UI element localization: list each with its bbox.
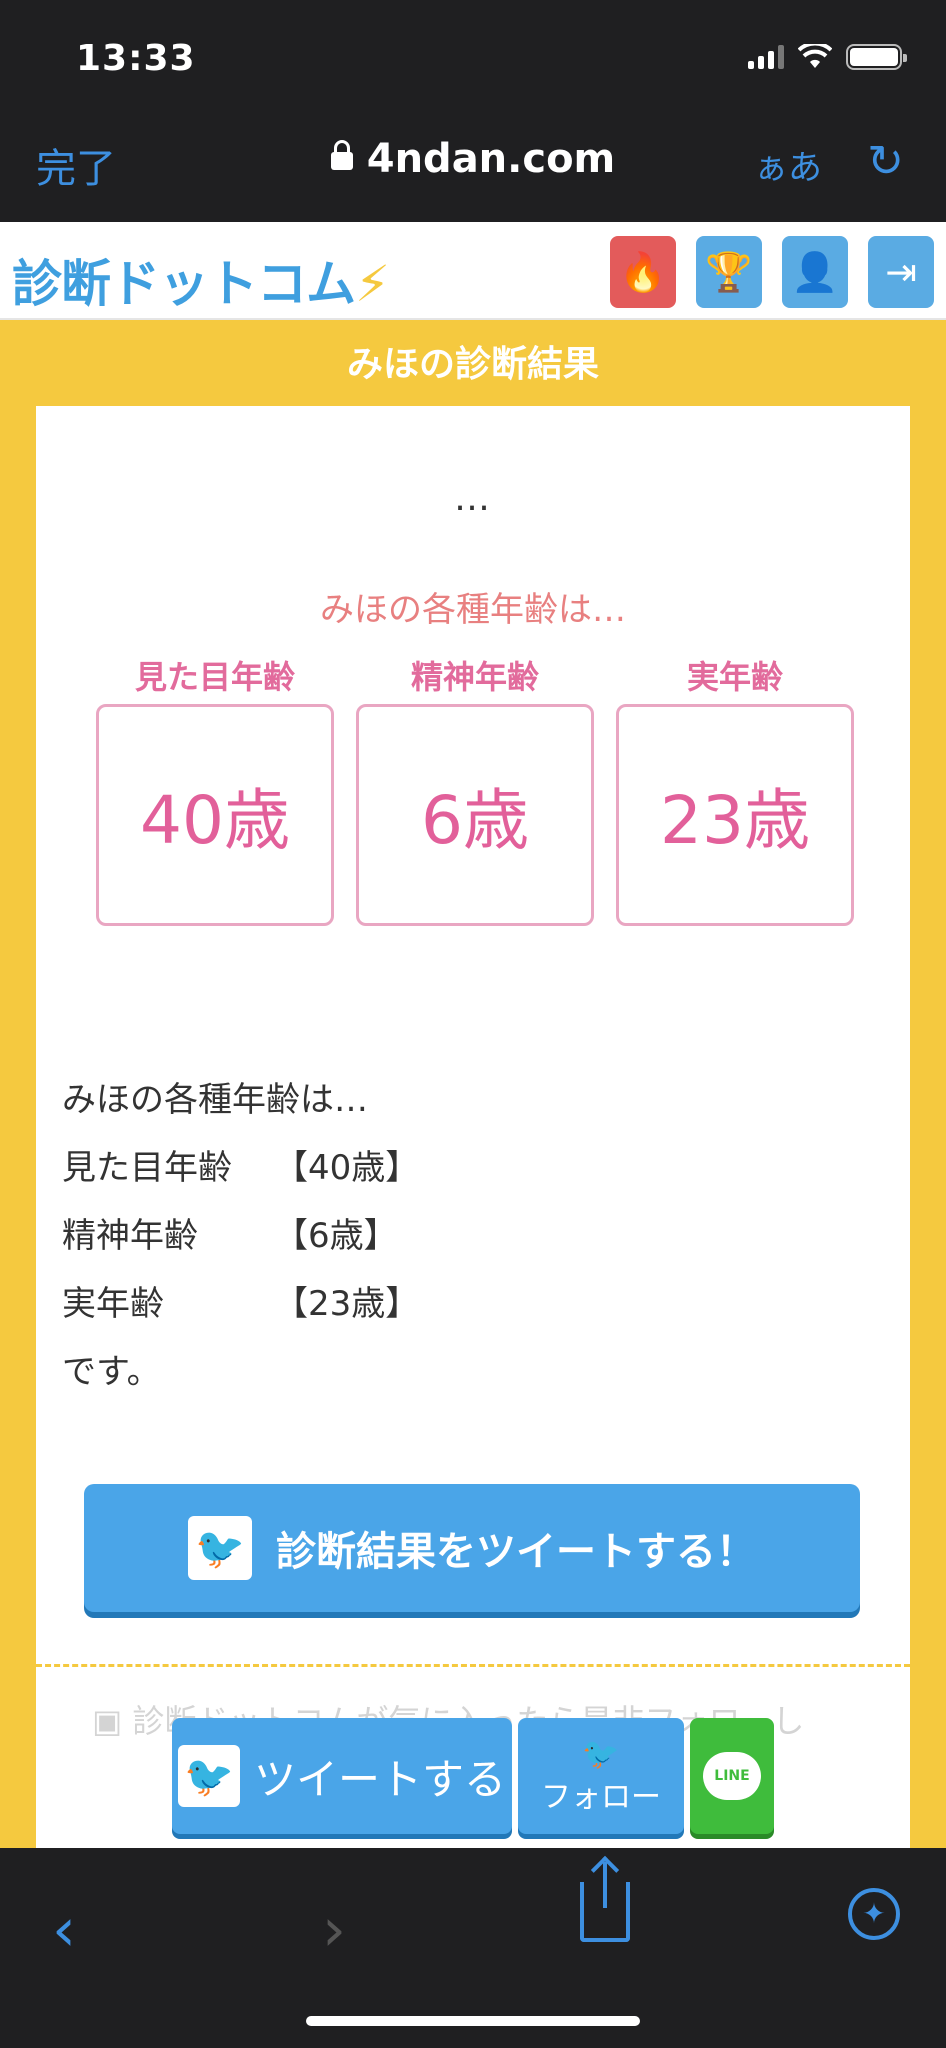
site-header: 診断ドットコム⚡ 🔥 🏆 👤 ⇥ <box>0 222 946 320</box>
bolt-icon: ⚡ <box>355 255 390 313</box>
result-title: みほの診断結果 <box>346 344 599 385</box>
twitter-small-icon: ▣ <box>92 1702 133 1740</box>
profile-button[interactable]: 👤 <box>782 236 848 308</box>
twitter-bird-icon: 🐦 <box>188 1516 252 1580</box>
flame-button[interactable]: 🔥 <box>610 236 676 308</box>
divider <box>36 1664 910 1667</box>
compass-icon[interactable]: ✦ <box>848 1888 900 1940</box>
age-panel-appearance: 見た目年齢 40歳 <box>96 652 334 926</box>
line-share-button[interactable]: LINE <box>690 1718 774 1834</box>
status-icons <box>748 44 907 70</box>
browser-toolbar: ‹ › ✦ <box>0 1848 946 2048</box>
age-label: 見た目年齢 <box>134 658 295 696</box>
lock-icon <box>330 140 353 170</box>
age-intro-heading: みほの各種年齢は… <box>320 590 626 630</box>
tweet-button[interactable]: 🐦 ツイートする <box>172 1718 512 1834</box>
age-label: 実年齢 <box>686 658 783 696</box>
wifi-icon <box>798 44 832 68</box>
result-card: … みほの各種年齢は… 見た目年齢 40歳 精神年齢 6歳 実年齢 23歳 みほ… <box>36 406 910 1848</box>
trophy-icon: 🏆 <box>705 249 753 294</box>
result-text-row: 実年齢 【23歳】 <box>62 1284 420 1324</box>
flame-icon: 🔥 <box>619 249 667 294</box>
result-text-intro: みほの各種年齢は… <box>62 1080 368 1120</box>
status-time: 13:33 <box>76 38 196 79</box>
tweet-result-button[interactable]: 🐦 診断結果をツイートする！ <box>84 1484 860 1612</box>
web-page: 診断ドットコム⚡ 🔥 🏆 👤 ⇥ みほの診断結果 … みほの各種年齢は… 見た目… <box>0 222 946 1848</box>
person-icon: 👤 <box>791 249 839 294</box>
back-icon[interactable]: ‹ <box>52 1900 76 1960</box>
age-panel-actual: 実年齢 23歳 <box>616 652 854 926</box>
reload-icon[interactable]: ↻ <box>867 140 904 184</box>
follow-button[interactable]: 🐦 フォロー <box>518 1718 684 1834</box>
cellular-signal-icon <box>748 45 784 69</box>
result-text: みほの各種年齢は… 見た目年齢 【40歳】 精神年齢 【6歳】 実年齢 【23歳】 で… <box>62 1066 419 1406</box>
login-icon: ⇥ <box>885 250 917 294</box>
line-icon: LINE <box>703 1752 761 1800</box>
status-bar: 13:33 <box>0 0 946 110</box>
floating-share-bar: 🐦 ツイートする 🐦 フォロー LINE <box>172 1718 774 1834</box>
loading-dots: … <box>454 478 492 519</box>
browser-bar: 完了 4ndan.com ぁあ ↻ <box>0 110 946 222</box>
reader-settings-button[interactable]: ぁあ <box>754 140 822 189</box>
result-text-row: 見た目年齢 【40歳】 <box>62 1148 420 1188</box>
battery-icon <box>846 44 907 70</box>
forward-icon[interactable]: › <box>322 1900 346 1960</box>
result-text-row: 精神年齢 【6歳】 <box>62 1216 398 1256</box>
age-label: 精神年齢 <box>410 658 539 696</box>
site-logo[interactable]: 診断ドットコム⚡ <box>12 244 390 316</box>
age-panel-mental: 精神年齢 6歳 <box>356 652 594 926</box>
age-value: 40歳 <box>96 704 334 926</box>
home-indicator <box>306 2016 640 2026</box>
ranking-button[interactable]: 🏆 <box>696 236 762 308</box>
twitter-bird-icon: 🐦 <box>582 1736 620 1772</box>
twitter-bird-icon: 🐦 <box>177 1745 240 1807</box>
header-nav: 🔥 🏆 👤 ⇥ <box>610 236 934 308</box>
share-icon[interactable] <box>580 1862 630 1942</box>
result-text-outro: です。 <box>62 1352 161 1392</box>
age-value: 23歳 <box>616 704 854 926</box>
login-button[interactable]: ⇥ <box>868 236 934 308</box>
url-text: 4ndan.com <box>366 136 616 182</box>
age-value: 6歳 <box>356 704 594 926</box>
